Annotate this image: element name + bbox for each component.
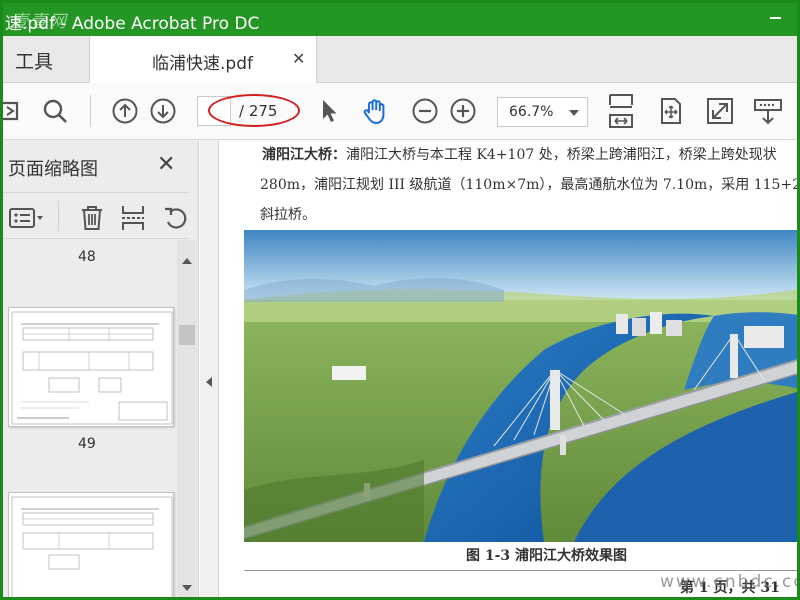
document-text-line-3: 斜拉桥。	[260, 207, 316, 223]
figure-caption: 图 1-3 浦阳江大桥效果图	[466, 548, 628, 564]
extract-pages-icon[interactable]	[120, 205, 146, 231]
tab-close-icon[interactable]: ✕	[292, 49, 305, 68]
tab-row: 工具 临浦快速.pdf ✕	[3, 36, 797, 84]
page-up-icon[interactable]	[111, 97, 139, 125]
zoom-out-icon[interactable]	[411, 97, 439, 125]
line-1-text: 浦阳江大桥与本工程 K4+107 处，桥梁上跨浦阳江，桥梁上跨处现状	[346, 147, 777, 163]
document-text-line-2: 280m，浦阳江规划 III 级航道（110m×7m），最高通航水位为 7.10…	[260, 177, 797, 193]
title-bar: 速.pdf - Adobe Acrobat Pro DC 壹壹网	[3, 3, 797, 36]
tab-document[interactable]: 临浦快速.pdf ✕	[89, 36, 317, 84]
page-down-icon[interactable]	[149, 97, 177, 125]
toolbar-separator	[90, 95, 91, 127]
partial-icon[interactable]	[3, 97, 27, 125]
hand-tool-icon[interactable]	[361, 97, 389, 125]
thumbnail-page-49[interactable]	[8, 307, 174, 427]
chevron-left-icon	[206, 377, 212, 387]
annotation-red-ellipse	[208, 94, 300, 127]
tab-tools[interactable]: 工具	[3, 36, 88, 83]
bridge-rendering-image	[244, 230, 797, 542]
rotate-icon[interactable]	[163, 205, 189, 231]
document-text-line-1: 浦阳江大桥：浦阳江大桥与本工程 K4+107 处，桥梁上跨浦阳江，桥梁上跨处现状	[262, 144, 777, 164]
full-screen-icon[interactable]	[706, 97, 734, 125]
scroll-up-icon[interactable]	[182, 258, 192, 264]
search-icon[interactable]	[41, 97, 69, 125]
panel-collapse-handle[interactable]	[200, 140, 219, 597]
thumbnail-list: 48 49	[3, 240, 177, 597]
footer-watermark: www.cnbdc.com	[660, 572, 797, 592]
paragraph-heading: 浦阳江大桥：	[262, 147, 346, 163]
zoom-select[interactable]: 66.7%	[497, 97, 588, 127]
main-toolbar: / 275 66.7%	[3, 83, 797, 140]
zoom-value: 66.7%	[509, 104, 554, 120]
delete-icon[interactable]	[79, 205, 105, 231]
read-mode-icon[interactable]	[753, 97, 783, 125]
thumbnail-scrollbar[interactable]	[177, 240, 197, 597]
panel-separator	[58, 201, 59, 231]
scroll-mode-icon[interactable]	[607, 93, 635, 129]
document-view[interactable]: 浦阳江大桥：浦阳江大桥与本工程 K4+107 处，桥梁上跨浦阳江，桥梁上跨处现状…	[220, 140, 797, 597]
chevron-down-icon	[569, 110, 579, 116]
thumbnail-page-50[interactable]	[8, 492, 174, 597]
thumbnails-panel: 页面缩略图 ✕ 48 49	[3, 140, 199, 597]
panel-title: 页面缩略图	[8, 159, 98, 180]
thumbnail-page-number: 48	[78, 249, 96, 265]
panel-toolbar	[3, 192, 189, 239]
zoom-in-icon[interactable]	[449, 97, 477, 125]
options-menu-icon[interactable]	[9, 205, 45, 231]
scroll-down-icon[interactable]	[182, 585, 192, 591]
app-window: 速.pdf - Adobe Acrobat Pro DC 壹壹网 工具 临浦快速…	[0, 0, 800, 600]
page-fit-icon[interactable]	[657, 97, 685, 125]
select-arrow-icon[interactable]	[315, 97, 343, 125]
panel-close-icon[interactable]: ✕	[157, 152, 175, 177]
footer-rule	[244, 570, 797, 571]
minimize-button[interactable]	[770, 17, 781, 19]
title-watermark: 壹壹网	[11, 12, 68, 32]
tab-document-label: 临浦快速.pdf	[152, 54, 253, 74]
thumbnail-page-number: 49	[78, 436, 96, 452]
scrollbar-thumb[interactable]	[179, 325, 195, 345]
